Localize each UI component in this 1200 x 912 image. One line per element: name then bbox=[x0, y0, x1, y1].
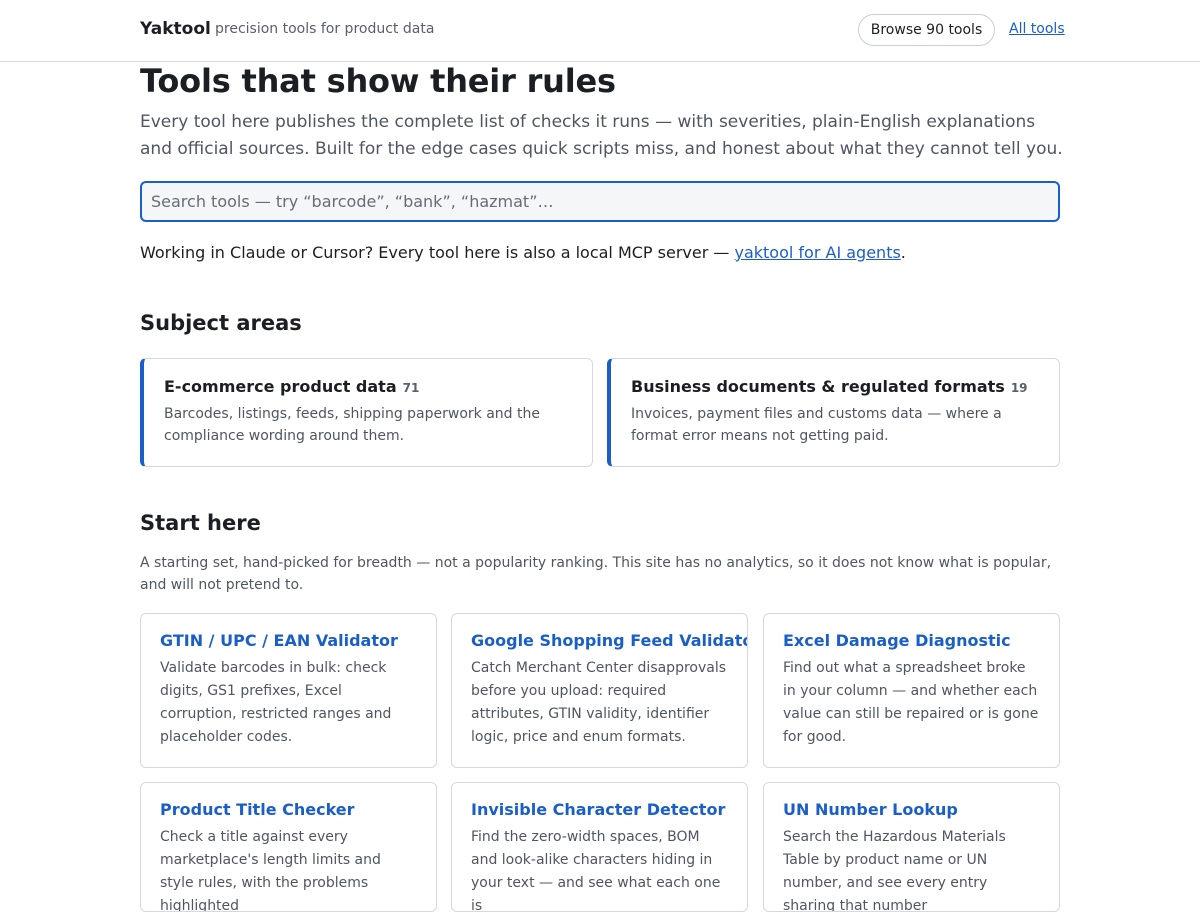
tool-title-link[interactable]: Google Shopping Feed Validator bbox=[471, 631, 747, 650]
page-title: Tools that show their rules bbox=[140, 62, 616, 100]
subject-area-title: Business documents & regulated formats bbox=[631, 377, 1005, 396]
tool-card-invisible-character-detector[interactable]: Invisible Character Detector Find the ze… bbox=[451, 782, 748, 912]
tool-card-excel-damage-diagnostic[interactable]: Excel Damage Diagnostic Find out what a … bbox=[763, 613, 1060, 768]
subject-area-card-ecommerce[interactable]: E-commerce product data 71 Barcodes, list… bbox=[140, 358, 593, 467]
mcp-suffix: . bbox=[900, 243, 906, 262]
page-subtitle: Every tool here publishes the complete l… bbox=[140, 112, 1063, 159]
subject-area-description: Invoices, payment files and customs data… bbox=[631, 406, 1002, 444]
tool-card-un-number-lookup[interactable]: UN Number Lookup Search the Hazardous Ma… bbox=[763, 782, 1060, 912]
subject-area-count: 19 bbox=[1010, 381, 1028, 395]
tool-description: Find out what a spreadsheet broke in you… bbox=[783, 660, 1039, 745]
tool-title-link[interactable]: Invisible Character Detector bbox=[471, 800, 728, 819]
search-input[interactable] bbox=[140, 181, 1060, 222]
browse-tools-button[interactable]: Browse 90 tools bbox=[858, 14, 995, 46]
tool-title-link[interactable]: Product Title Checker bbox=[160, 800, 417, 819]
tool-title-link[interactable]: UN Number Lookup bbox=[783, 800, 1040, 819]
brand-logo[interactable]: Yaktool bbox=[140, 19, 211, 39]
start-here-heading: Start here bbox=[140, 511, 261, 535]
ai-agents-link[interactable]: yaktool for AI agents bbox=[734, 243, 900, 262]
subject-areas-heading: Subject areas bbox=[140, 311, 302, 335]
tool-card-gtin-validator[interactable]: GTIN / UPC / EAN Validator Validate barc… bbox=[140, 613, 437, 768]
top-bar: Yaktool precision tools for product data… bbox=[0, 0, 1200, 62]
subject-area-title: E-commerce product data bbox=[164, 377, 397, 396]
subject-area-count: 71 bbox=[402, 381, 420, 395]
tool-title-link[interactable]: GTIN / UPC / EAN Validator bbox=[160, 631, 417, 650]
tool-description: Find the zero-width spaces, BOM and look… bbox=[471, 829, 721, 912]
tool-title-link[interactable]: Excel Damage Diagnostic bbox=[783, 631, 1040, 650]
mcp-notice: Working in Claude or Cursor? Every tool … bbox=[140, 243, 906, 262]
tool-description: Check a title against every marketplace'… bbox=[160, 829, 381, 912]
all-tools-link[interactable]: All tools bbox=[1009, 21, 1065, 37]
subject-area-description: Barcodes, listings, feeds, shipping pape… bbox=[164, 406, 540, 444]
start-here-intro: A starting set, hand-picked for breadth … bbox=[140, 555, 1052, 593]
brand-tagline: precision tools for product data bbox=[215, 21, 435, 37]
tool-card-google-shopping-feed-validator[interactable]: Google Shopping Feed Validator Catch Mer… bbox=[451, 613, 748, 768]
tool-description: Validate barcodes in bulk: check digits,… bbox=[160, 660, 392, 745]
subject-area-card-business-documents[interactable]: Business documents & regulated formats 19… bbox=[607, 358, 1060, 467]
tool-card-product-title-checker[interactable]: Product Title Checker Check a title agai… bbox=[140, 782, 437, 912]
tool-description: Search the Hazardous Materials Table by … bbox=[783, 829, 1006, 912]
tool-description: Catch Merchant Center disapprovals befor… bbox=[471, 660, 727, 745]
mcp-text: Working in Claude or Cursor? Every tool … bbox=[140, 243, 735, 262]
